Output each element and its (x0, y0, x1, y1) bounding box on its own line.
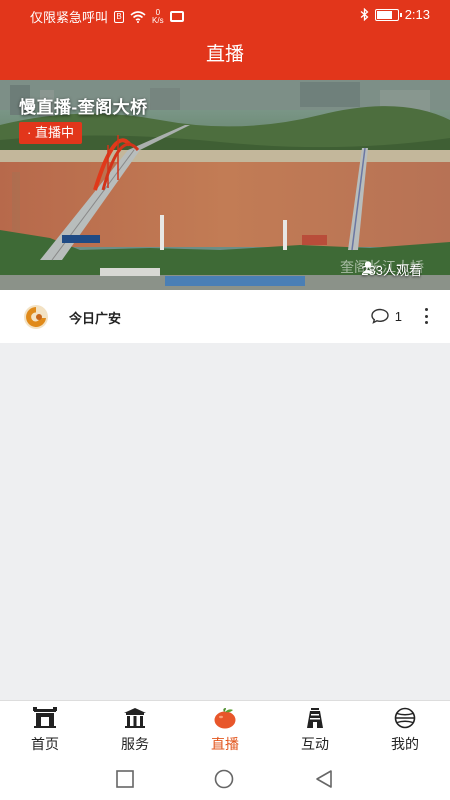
tower-icon (307, 708, 323, 728)
bluetooth-icon (360, 8, 369, 21)
home-gate-icon (33, 707, 57, 728)
comment-icon (371, 308, 389, 324)
home-circle-icon[interactable] (214, 769, 234, 789)
profile-globe-icon (394, 707, 416, 729)
net-speed: 0 K/s (152, 8, 164, 25)
more-options-button[interactable] (418, 306, 434, 326)
more-dot (424, 308, 428, 311)
live-stream-card[interactable]: 慢直播-奎阁大桥 · 直播中 奎阁长江大桥 283人观看 (0, 80, 450, 290)
source-row: 今日广安 1 (0, 290, 450, 343)
live-orange-icon (214, 708, 236, 729)
tab-interact-label: 互动 (301, 736, 329, 752)
source-name[interactable]: 今日广安 (69, 308, 121, 327)
system-navigation-bar (0, 758, 450, 800)
tab-profile[interactable]: 我的 (360, 701, 450, 758)
carrier-text: 仅限紧急呼叫 (30, 10, 109, 25)
live-status-badge: · 直播中 (19, 122, 82, 144)
tab-service[interactable]: 服务 (90, 701, 180, 758)
page-title: 直播 (0, 30, 450, 80)
more-dot (424, 321, 428, 324)
viewer-count: 283人观看 (361, 260, 422, 279)
battery-icon (374, 8, 402, 21)
live-title: 慢直播-奎阁大桥 (19, 98, 148, 117)
tab-live[interactable]: 直播 (180, 701, 270, 758)
clock: 2:13 (404, 7, 430, 22)
wifi-icon (130, 10, 146, 23)
tab-home[interactable]: 首页 (0, 701, 90, 758)
message-icon (169, 11, 184, 22)
bottom-tab-bar: 首页 服务 直播 互动 我的 (0, 700, 450, 758)
net-speed-unit: K/s (152, 15, 164, 25)
tab-service-label: 服务 (121, 736, 149, 752)
empty-content-area (0, 343, 450, 700)
source-logo-icon[interactable] (22, 303, 50, 331)
more-dot (424, 314, 428, 318)
service-pavilion-icon (124, 708, 146, 728)
back-triangle-icon[interactable] (314, 769, 334, 789)
recents-square-icon[interactable] (115, 769, 135, 789)
battery-fill (376, 10, 393, 19)
tab-profile-label: 我的 (391, 736, 419, 752)
status-bar: 仅限紧急呼叫 B 0 K/s 2:13 (0, 0, 450, 30)
comment-count: 1 (394, 308, 402, 324)
comment-button[interactable]: 1 (371, 308, 402, 324)
tab-home-label: 首页 (31, 736, 59, 752)
tab-live-label: 直播 (211, 736, 239, 752)
sim-icon: B (114, 10, 125, 23)
person-icon (362, 261, 375, 274)
tab-interact[interactable]: 互动 (270, 701, 360, 758)
